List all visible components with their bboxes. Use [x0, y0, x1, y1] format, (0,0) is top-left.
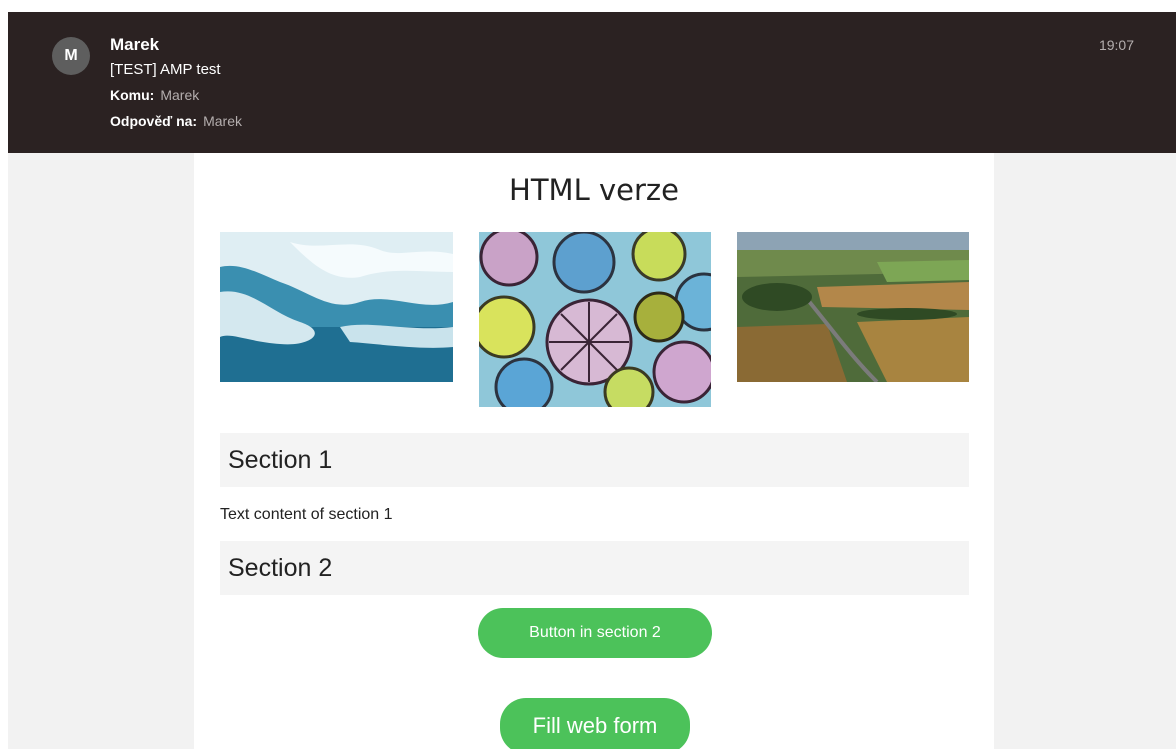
aerial-fields-image — [737, 232, 969, 382]
recipient-row: Komu: Marek — [110, 87, 199, 103]
email-subject: [TEST] AMP test — [110, 61, 221, 78]
to-label: Komu: — [110, 87, 155, 103]
email-viewer: M Marek [TEST] AMP test Komu: Marek Odpov… — [8, 12, 1176, 749]
email-time: 19:07 — [1098, 37, 1134, 53]
to-value[interactable]: Marek — [160, 87, 199, 103]
email-body: HTML verze Section 1 Text content of sec… — [194, 153, 994, 749]
email-title: HTML verze — [509, 173, 679, 207]
reply-to-label: Odpověď na: — [110, 113, 198, 129]
fill-web-form-button[interactable]: Fill web form — [500, 698, 690, 749]
sender-name: Marek — [110, 35, 160, 54]
section-1-text: Text content of section 1 — [220, 506, 393, 523]
section-1-heading[interactable]: Section 1 — [220, 433, 969, 487]
reply-to-value[interactable]: Marek — [203, 113, 242, 129]
avatar: M — [52, 37, 90, 75]
floral-pattern-image — [479, 232, 711, 407]
ice-image — [220, 232, 453, 382]
email-header: M Marek [TEST] AMP test Komu: Marek Odpov… — [8, 12, 1176, 153]
section-2-button[interactable]: Button in section 2 — [478, 608, 712, 658]
section-2-heading[interactable]: Section 2 — [220, 541, 969, 595]
reply-to-row: Odpověď na: Marek — [110, 113, 242, 129]
